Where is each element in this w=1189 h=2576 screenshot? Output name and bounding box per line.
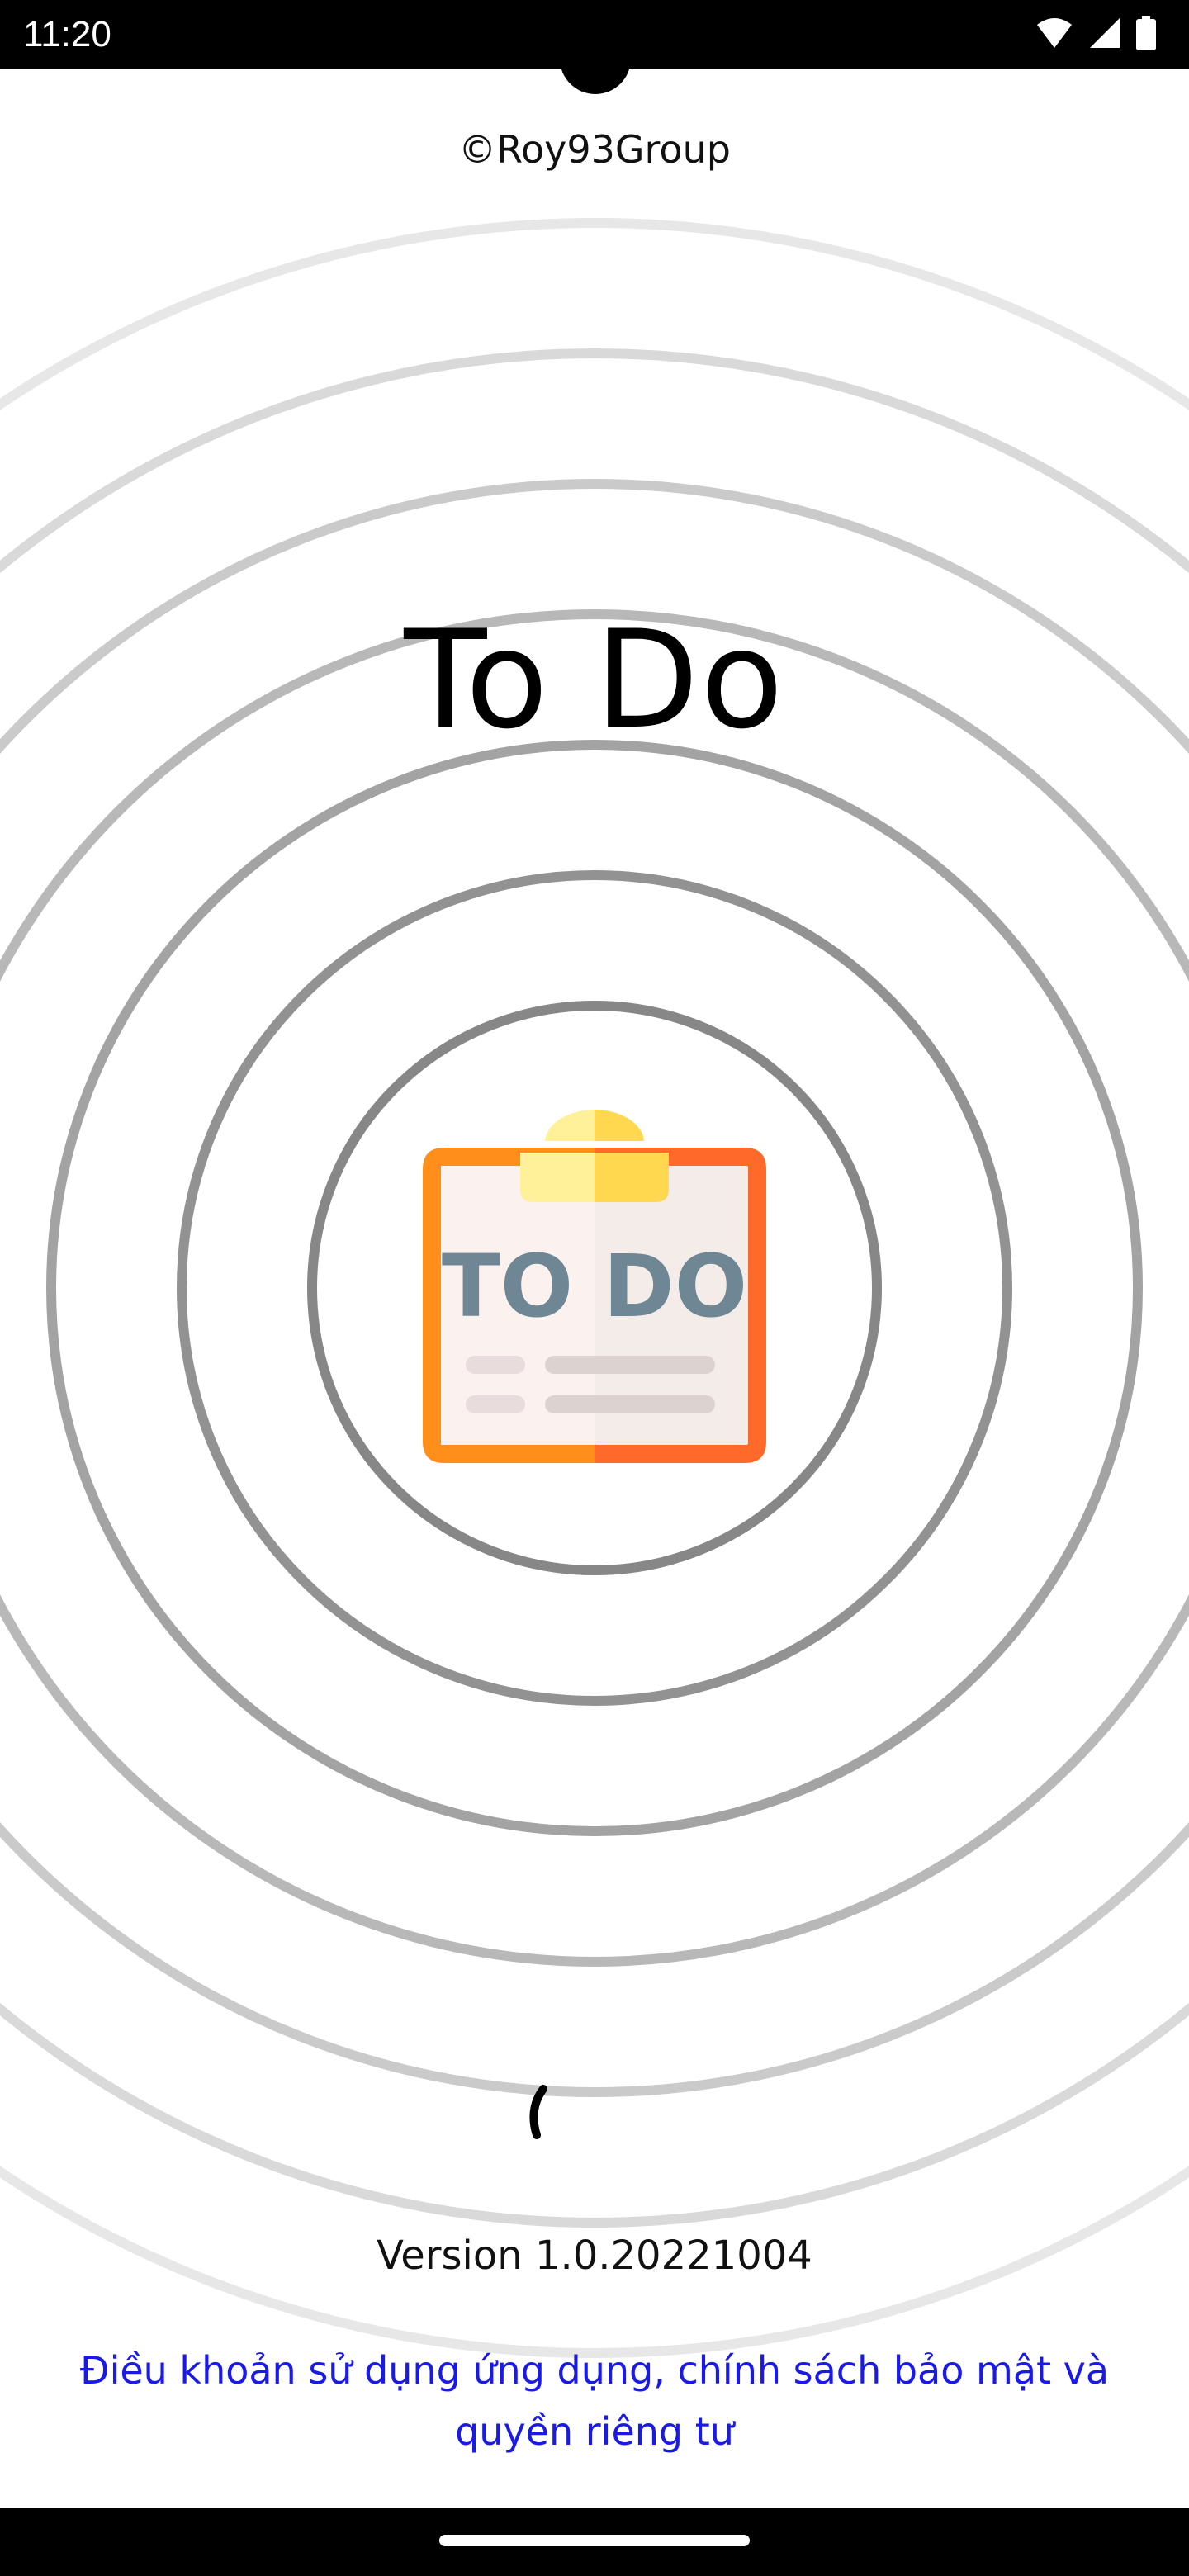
todo-clipboard-icon: TO DO xyxy=(419,1110,770,1466)
splash-screen: ©Roy93Group To Do TO DO Version 1.0.2022… xyxy=(0,69,1189,2508)
copyright-text: ©Roy93Group xyxy=(458,127,731,172)
battery-icon xyxy=(1136,16,1156,54)
loading-spinner-icon xyxy=(522,2084,555,2145)
camera-cutout xyxy=(560,23,631,94)
status-clock: 11:20 xyxy=(23,14,111,54)
terms-privacy-link[interactable]: Điều khoản sử dụng ứng dụng, chính sách … xyxy=(50,2340,1139,2462)
version-text: Version 1.0.20221004 xyxy=(377,2233,812,2279)
logo-text: TO DO xyxy=(442,1236,747,1337)
app-title: To Do xyxy=(404,601,785,759)
cellular-signal-icon xyxy=(1088,17,1121,53)
home-gesture-handle[interactable] xyxy=(439,2535,750,2546)
wifi-icon xyxy=(1035,17,1073,53)
status-icons xyxy=(1035,15,1156,54)
navigation-bar xyxy=(0,2508,1189,2576)
